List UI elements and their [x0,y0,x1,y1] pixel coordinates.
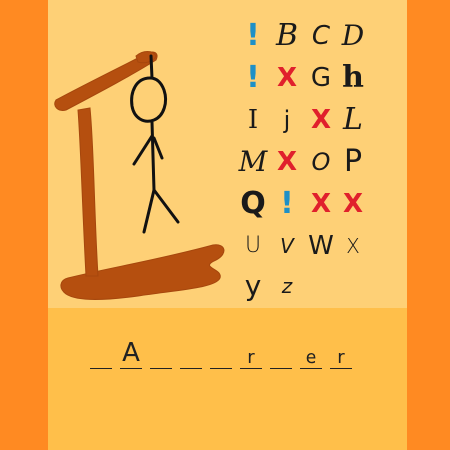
word-display: A r e r [90,334,370,374]
letter-x[interactable]: X [336,226,370,266]
letter-grid: ! B C D ! X G h I j X L M X O P Q ! X X … [236,16,376,306]
wrong-x-icon: X [310,105,332,135]
word-slot: r [240,334,262,369]
letter-m[interactable]: M [236,142,270,182]
letter-g[interactable]: G [304,58,338,98]
exclamation-icon: ! [280,186,294,221]
word-slot: r [330,334,352,369]
word-slot [180,334,202,369]
letter-c[interactable]: C [304,16,338,56]
letter-l[interactable]: L [336,100,370,140]
letter-w[interactable]: W [304,226,338,266]
letter-used-3: ! [270,184,304,224]
letter-q[interactable]: Q [236,184,270,224]
letter-used-2: ! [236,58,270,98]
exclamation-icon: ! [246,60,260,95]
gallows-drawing [54,51,225,300]
letter-j[interactable]: j [270,100,304,140]
letter-d[interactable]: D [336,16,370,56]
wrong-x-icon: X [276,63,298,93]
wrong-x-icon: X [342,189,364,219]
word-slot: A [120,334,142,369]
wrong-x-icon: X [310,189,332,219]
letter-i[interactable]: I [236,100,270,140]
word-slot: e [300,334,322,369]
letter-wrong-4: X [304,184,338,224]
gallows-wood [54,51,225,300]
hangman-figure [130,54,180,234]
answer-panel [48,308,407,450]
exclamation-icon: ! [246,18,260,53]
letter-used-1: ! [236,16,270,56]
word-slot [270,334,292,369]
letter-v[interactable]: V [270,226,304,266]
letter-y[interactable]: y [236,266,270,306]
word-slot [210,334,232,369]
letter-p[interactable]: P [336,142,370,182]
word-slot [150,334,172,369]
wrong-x-icon: X [276,147,298,177]
letter-b[interactable]: B [270,16,304,56]
letter-wrong-2: X [304,100,338,140]
letter-wrong-3: X [270,142,304,182]
letter-h[interactable]: h [336,58,370,98]
letter-z[interactable]: z [270,266,304,306]
letter-o[interactable]: O [304,142,338,182]
letter-wrong-1: X [270,58,304,98]
word-slot [90,334,112,369]
letter-u[interactable]: U [236,226,270,266]
letter-wrong-5: X [336,184,370,224]
